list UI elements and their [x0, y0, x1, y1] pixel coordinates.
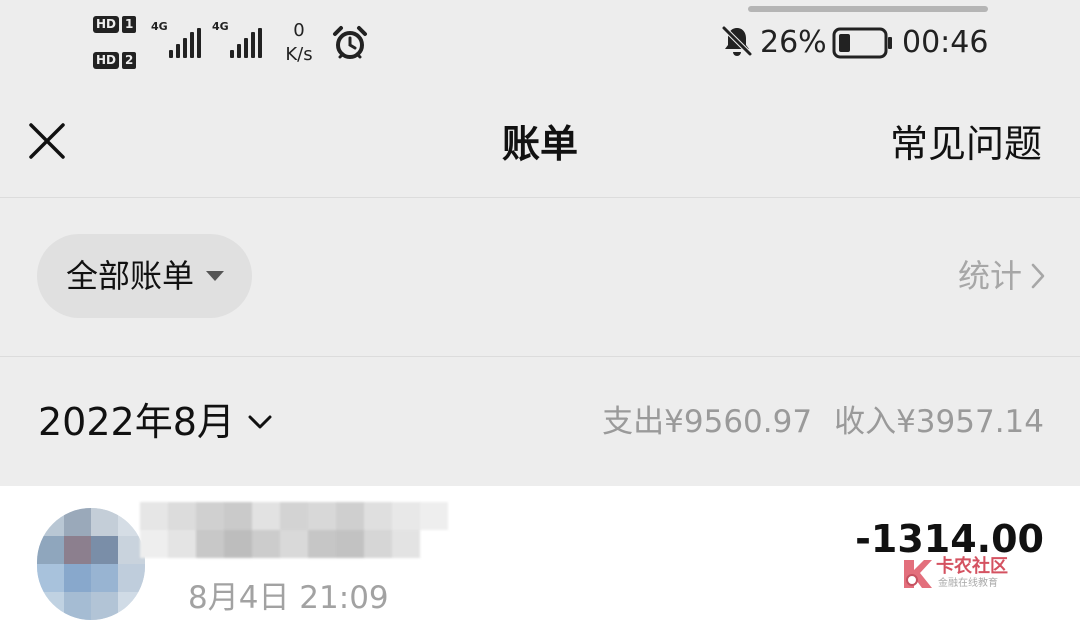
watermark-title: 卡农社区 — [936, 556, 1008, 577]
bill-page: HD 1 HD 2 4G 4G 0 K/s 26% 00:46 账单 常见问题 … — [0, 0, 1080, 643]
network-type: 4G — [151, 20, 168, 33]
bell-off-icon — [722, 26, 752, 56]
stats-link[interactable]: 统计 — [958, 254, 1046, 298]
sim2-badge: HD 2 — [93, 52, 137, 69]
close-icon[interactable] — [22, 116, 72, 166]
hd-label: HD — [93, 16, 120, 33]
dropdown-triangle-icon — [206, 271, 225, 281]
transaction-date: 8月4日 21:09 — [188, 580, 389, 616]
net-speed-unit: K/s — [285, 44, 313, 65]
app-header: 账单 常见问题 — [0, 90, 1080, 198]
alarm-icon — [333, 26, 367, 59]
hd-label: HD — [93, 52, 120, 69]
faq-link[interactable]: 常见问题 — [890, 120, 1042, 168]
filter-label: 全部账单 — [66, 257, 195, 295]
signal-icon: 4G — [212, 20, 268, 60]
income-label: 收入 — [834, 404, 897, 440]
redacted-merchant-name — [140, 496, 500, 566]
battery-icon — [832, 27, 892, 59]
watermark: 卡农社区 金融在线教育 — [898, 554, 1028, 594]
all-bills-filter-button[interactable]: 全部账单 — [37, 234, 252, 318]
month-picker[interactable]: 2022年8月 — [38, 398, 273, 446]
sim-indicators: HD 1 HD 2 — [93, 16, 141, 72]
battery-fill — [839, 34, 850, 52]
expense-amount: ¥9560.97 — [664, 404, 813, 440]
gesture-handle[interactable] — [748, 6, 988, 12]
filter-divider — [0, 356, 1080, 357]
net-speed: 0 K/s — [280, 19, 318, 67]
net-speed-value: 0 — [293, 20, 305, 41]
signal-bars — [230, 28, 264, 58]
stats-label: 统计 — [957, 257, 1022, 295]
signal-icon: 4G — [151, 20, 207, 60]
clock: 00:46 — [902, 25, 989, 60]
network-type: 4G — [212, 20, 229, 33]
watermark-logo-icon — [904, 560, 932, 588]
chevron-down-icon — [248, 415, 272, 429]
status-bar: HD 1 HD 2 4G 4G 0 K/s 26% 00:46 — [0, 0, 1080, 90]
sim-number: 2 — [122, 52, 137, 69]
month-summary: 支出¥9560.97 收入¥3957.14 — [602, 400, 1044, 444]
month-label: 2022年8月 — [38, 400, 235, 444]
sim1-badge: HD 1 — [93, 16, 137, 33]
transaction-row[interactable]: 8月4日 21:09 -1314.00 卡农社区 金融在线教育 — [0, 486, 1080, 643]
signal-bars — [169, 28, 203, 58]
watermark-subtitle: 金融在线教育 — [938, 578, 998, 589]
header-divider — [0, 197, 1080, 198]
battery-percent: 26% — [760, 25, 827, 60]
income-amount: ¥3957.14 — [896, 404, 1044, 440]
avatar — [37, 508, 145, 620]
expense-label: 支出 — [602, 404, 665, 440]
sim-number: 1 — [122, 16, 137, 33]
chevron-right-icon — [1031, 263, 1045, 289]
